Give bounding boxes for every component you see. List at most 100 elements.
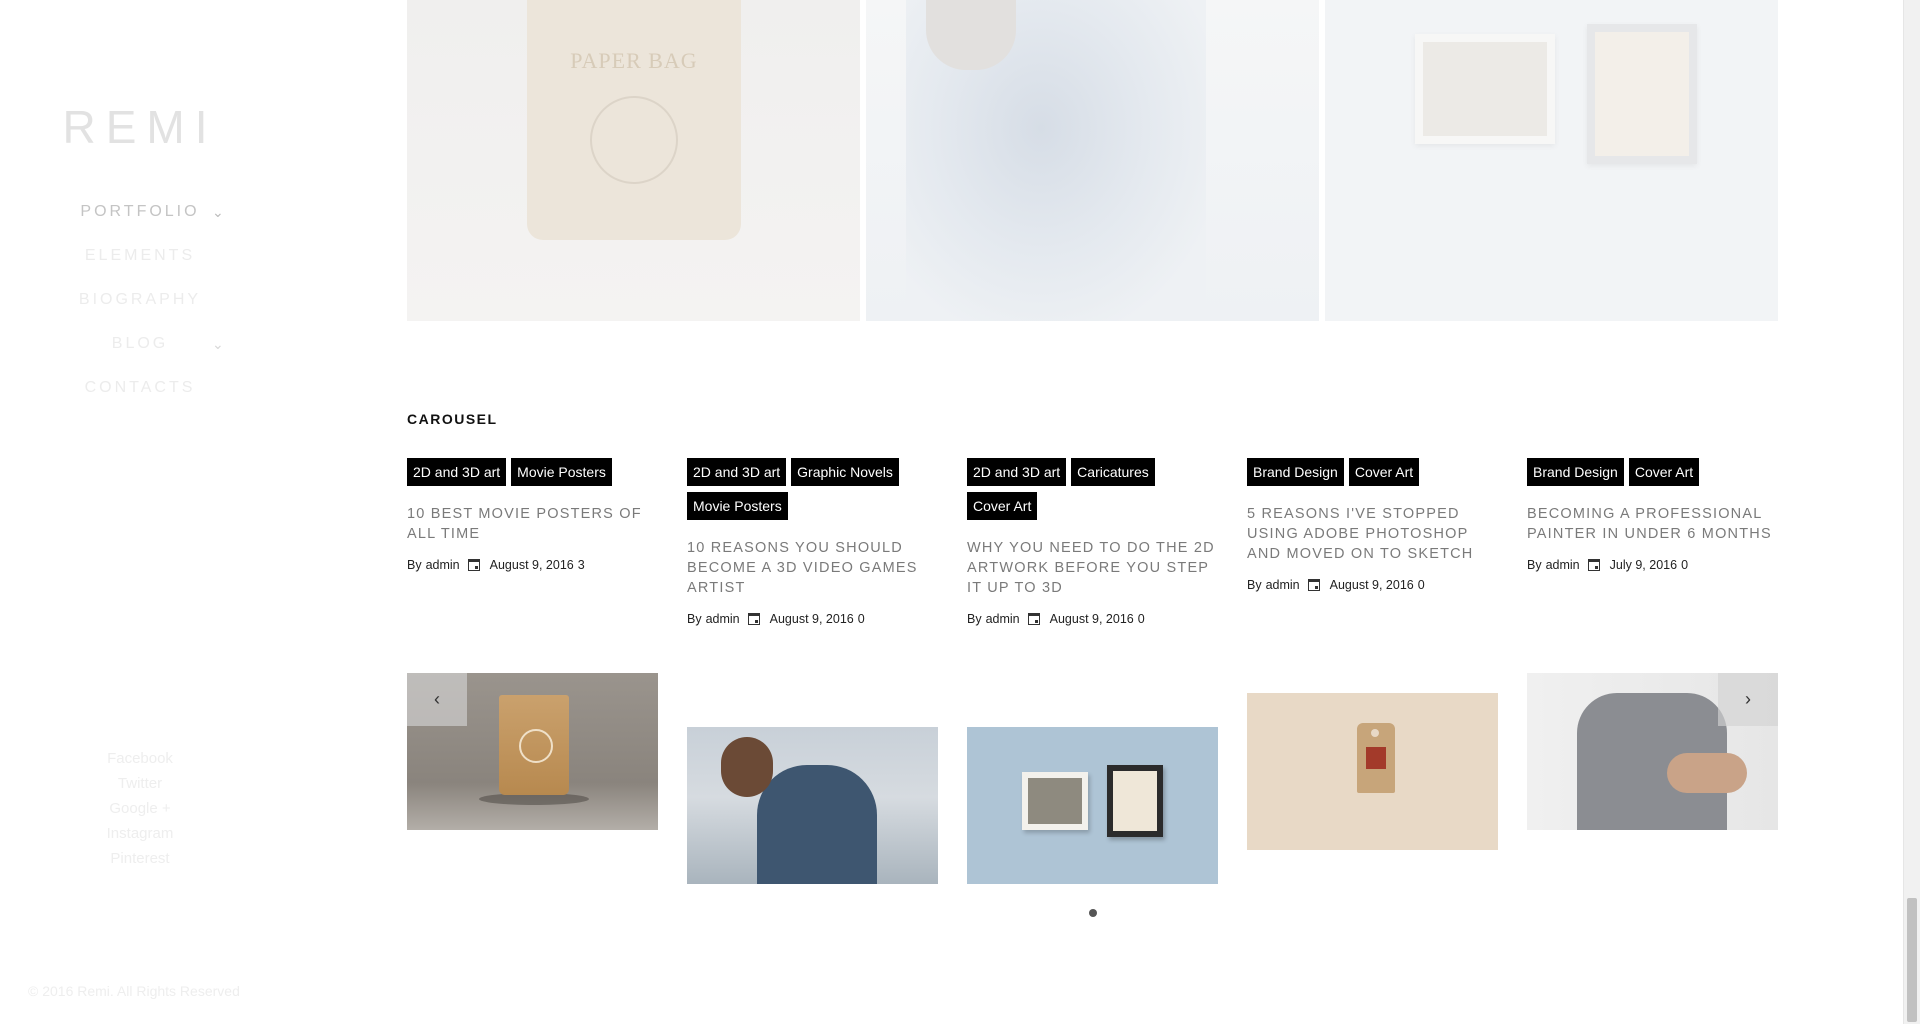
comment-count[interactable]: 0 xyxy=(1418,578,1425,592)
nav-item-label: CONTACTS xyxy=(84,379,196,396)
nav-item-label: BLOG xyxy=(111,335,169,352)
nav-item-biography[interactable]: BIOGRAPHY xyxy=(0,278,280,322)
page: REMI PORTFOLIO ⌄ ELEMENTS BIOGRAPHY BLOG… xyxy=(0,0,1920,1024)
gallery-tile-paper-bag[interactable]: PAPER BAG xyxy=(407,0,860,321)
nav-item-contacts[interactable]: CONTACTS xyxy=(0,366,280,410)
category-tag[interactable]: Cover Art xyxy=(1628,458,1700,486)
category-tag[interactable]: Graphic Novels xyxy=(791,458,899,486)
comment-count[interactable]: 0 xyxy=(858,612,865,626)
calendar-icon xyxy=(1027,613,1040,625)
man-body-shape xyxy=(757,765,877,884)
site-logo[interactable]: REMI xyxy=(0,100,280,154)
category-tag[interactable]: Cover Art xyxy=(967,492,1038,520)
post-date[interactable]: July 9, 2016 xyxy=(1610,558,1677,572)
post-title[interactable]: Why You Need to Do the 2D Artwork Before… xyxy=(967,538,1219,598)
tag-list: 2D and 3D art Graphic Novels Movie Poste… xyxy=(687,458,939,520)
category-tag[interactable]: 2D and 3D art xyxy=(407,458,507,486)
tag-list: Brand Design Cover Art xyxy=(1247,458,1499,486)
carousel-card: 2D and 3D art Caricatures Cover Art Why … xyxy=(967,458,1219,626)
post-date[interactable]: August 9, 2016 xyxy=(770,612,854,626)
carousel-prev-button[interactable]: ‹ xyxy=(407,673,467,726)
by-label: By xyxy=(967,612,982,626)
category-tag[interactable]: Cover Art xyxy=(1348,458,1420,486)
post-date[interactable]: August 9, 2016 xyxy=(1050,612,1134,626)
social-link-google-plus[interactable]: Google + xyxy=(0,796,280,821)
calendar-icon xyxy=(1587,559,1600,571)
nav-item-blog[interactable]: BLOG ⌄ xyxy=(0,322,280,366)
author-link[interactable]: admin xyxy=(706,612,740,626)
brand-seal xyxy=(590,96,678,184)
post-date[interactable]: August 9, 2016 xyxy=(1330,578,1414,592)
category-tag[interactable]: Brand Design xyxy=(1247,458,1344,486)
post-thumbnail-bearded-man[interactable] xyxy=(687,727,938,884)
sidebar: REMI PORTFOLIO ⌄ ELEMENTS BIOGRAPHY BLOG… xyxy=(0,0,280,1024)
author-link[interactable]: admin xyxy=(1546,558,1580,572)
post-title[interactable]: Becoming a Professional Painter in Under… xyxy=(1527,504,1779,544)
man-head-shape xyxy=(721,737,773,797)
nav-item-portfolio[interactable]: PORTFOLIO ⌄ xyxy=(0,190,280,234)
chevron-right-icon: › xyxy=(1745,689,1751,709)
chevron-down-icon[interactable]: ⌄ xyxy=(212,322,227,366)
picture-frame xyxy=(1587,24,1697,164)
category-tag[interactable]: 2D and 3D art xyxy=(967,458,1067,486)
comment-count[interactable]: 3 xyxy=(578,558,585,572)
by-label: By xyxy=(1247,578,1262,592)
post-meta: By admin August 9, 2016 0 xyxy=(687,612,939,626)
author-link[interactable]: admin xyxy=(426,558,460,572)
man-head-shape xyxy=(926,0,1016,70)
bearded-man-image xyxy=(906,0,1206,321)
carousel-card: 2D and 3D art Graphic Novels Movie Poste… xyxy=(687,458,939,626)
comment-count[interactable]: 0 xyxy=(1681,558,1688,572)
social-link-facebook[interactable]: Facebook xyxy=(0,746,280,771)
chevron-left-icon: ‹ xyxy=(434,689,440,709)
social-link-instagram[interactable]: Instagram xyxy=(0,821,280,846)
post-meta: By admin August 9, 2016 3 xyxy=(407,558,659,572)
gallery-tile-bearded-man[interactable] xyxy=(866,0,1319,321)
carousel-pagination-dot[interactable] xyxy=(1089,909,1097,917)
calendar-icon xyxy=(1307,579,1320,591)
tag-list: Brand Design Cover Art xyxy=(1527,458,1779,486)
author-link[interactable]: admin xyxy=(1266,578,1300,592)
category-tag[interactable]: Brand Design xyxy=(1527,458,1624,486)
social-links: Facebook Twitter Google + Instagram Pint… xyxy=(0,746,280,871)
post-thumbnail-framed-art[interactable] xyxy=(967,727,1218,884)
post-date[interactable]: August 9, 2016 xyxy=(490,558,574,572)
comment-count[interactable]: 0 xyxy=(1138,612,1145,626)
nav-item-elements[interactable]: ELEMENTS xyxy=(0,234,280,278)
carousel-card: Brand Design Cover Art 5 Reasons I've St… xyxy=(1247,458,1499,592)
post-title[interactable]: 10 Best Movie Posters of All Time xyxy=(407,504,659,544)
tag-list: 2D and 3D art Movie Posters xyxy=(407,458,659,486)
scrollbar-thumb[interactable] xyxy=(1907,898,1917,1022)
category-tag[interactable]: Movie Posters xyxy=(511,458,612,486)
social-link-twitter[interactable]: Twitter xyxy=(0,771,280,796)
by-label: By xyxy=(687,612,702,626)
carousel-heading: CAROUSEL xyxy=(407,411,498,427)
calendar-icon xyxy=(467,559,480,571)
nav-item-label: PORTFOLIO xyxy=(80,203,200,220)
nav-item-label: BIOGRAPHY xyxy=(78,291,202,308)
category-tag[interactable]: Caricatures xyxy=(1071,458,1155,486)
post-title[interactable]: 10 Reasons You Should Become a 3D Video … xyxy=(687,538,939,598)
category-tag[interactable]: Movie Posters xyxy=(687,492,788,520)
social-link-pinterest[interactable]: Pinterest xyxy=(0,846,280,871)
author-link[interactable]: admin xyxy=(986,612,1020,626)
post-meta: By admin August 9, 2016 0 xyxy=(1247,578,1499,592)
chevron-down-icon[interactable]: ⌄ xyxy=(212,190,227,234)
hang-tag-shape xyxy=(1357,723,1395,793)
carousel-card: 2D and 3D art Movie Posters 10 Best Movi… xyxy=(407,458,659,572)
by-label: By xyxy=(407,558,422,572)
category-tag[interactable]: 2D and 3D art xyxy=(687,458,787,486)
post-title[interactable]: 5 Reasons I've Stopped Using Adobe Photo… xyxy=(1247,504,1499,564)
arm-shape xyxy=(1667,753,1747,793)
paper-bag-label: PAPER BAG xyxy=(570,48,698,73)
gallery-tile-framed-art[interactable] xyxy=(1325,0,1778,321)
picture-frame xyxy=(1415,34,1555,144)
post-meta: By admin August 9, 2016 0 xyxy=(967,612,1219,626)
main-nav: PORTFOLIO ⌄ ELEMENTS BIOGRAPHY BLOG ⌄ CO… xyxy=(0,190,280,410)
portfolio-gallery: PAPER BAG xyxy=(407,0,1778,321)
paper-bag-pouch xyxy=(499,695,569,795)
post-meta: By admin July 9, 2016 0 xyxy=(1527,558,1779,572)
post-thumbnail-hang-tag[interactable] xyxy=(1247,693,1498,850)
carousel-next-button[interactable]: › xyxy=(1718,673,1778,726)
page-scrollbar[interactable] xyxy=(1903,0,1920,1024)
